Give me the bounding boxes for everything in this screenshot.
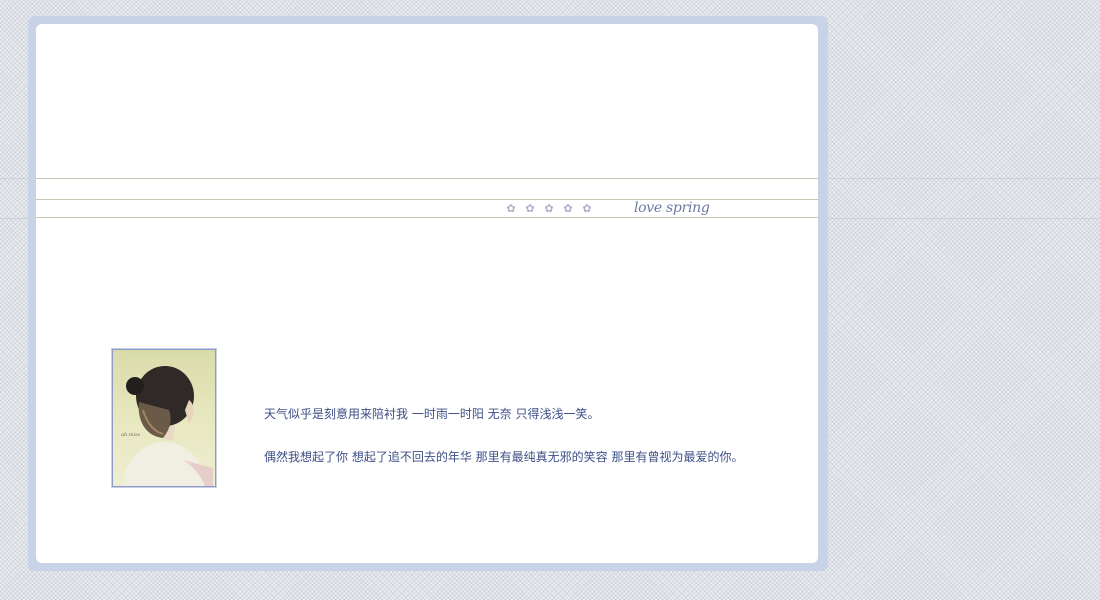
svg-text:ab.miss: ab.miss bbox=[121, 432, 141, 438]
flower-icon: ✿ bbox=[582, 202, 592, 215]
photo-girl-icon: ab.miss bbox=[121, 366, 213, 486]
header-rule-bottom bbox=[36, 217, 818, 218]
content-card: ✿ ✿ ✿ ✿ ✿ love spring ab.miss 天气似乎是刻意用来陪… bbox=[36, 24, 818, 563]
header-rule-top bbox=[36, 178, 818, 179]
page-background: { "header": { "tagline": "love spring", … bbox=[0, 0, 1100, 600]
site-tagline: love spring bbox=[634, 200, 710, 216]
flower-ornament-row: ✿ ✿ ✿ ✿ ✿ bbox=[506, 201, 592, 217]
post-photo: ab.miss bbox=[112, 349, 216, 487]
flower-icon: ✿ bbox=[563, 202, 573, 215]
post-line-2: 偶然我想起了你 想起了追不回去的年华 那里有最纯真无邪的笑容 那里有曾视为最爱的… bbox=[264, 450, 744, 464]
post-line-1: 天气似乎是刻意用来陪衬我 一时雨一时阳 无奈 只得浅浅一笑。 bbox=[264, 407, 600, 421]
flower-icon: ✿ bbox=[544, 202, 554, 215]
flower-icon: ✿ bbox=[506, 202, 516, 215]
flower-icon: ✿ bbox=[525, 202, 535, 215]
